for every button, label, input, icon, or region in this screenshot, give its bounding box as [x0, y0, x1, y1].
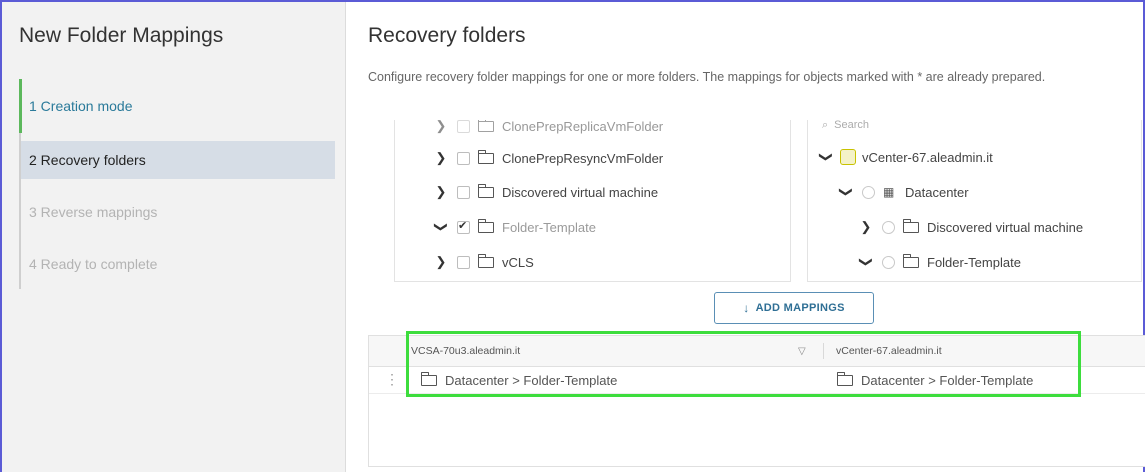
tree-root[interactable]: ❯ vCenter-67.aleadmin.it: [818, 146, 993, 168]
tree-search[interactable]: ⌕ Search: [822, 120, 869, 136]
chevron-right-icon[interactable]: ❯: [435, 184, 447, 200]
annotation-highlight-box: [406, 331, 1081, 397]
chevron-right-icon[interactable]: ❯: [435, 254, 447, 270]
wizard-title: New Folder Mappings: [19, 24, 224, 47]
tree-item-label: ClonePrepReplicaVmFolder: [502, 120, 664, 134]
radio-button[interactable]: [882, 255, 895, 269]
wizard-nav: New Folder Mappings 1 Creation mode 2 Re…: [2, 2, 346, 472]
checkbox[interactable]: [457, 120, 470, 133]
checkbox[interactable]: [457, 151, 470, 165]
radio-button[interactable]: [882, 220, 895, 234]
checkbox[interactable]: [457, 185, 470, 199]
folder-icon: [478, 253, 494, 268]
tree-item-label: vCLS: [502, 254, 534, 270]
folder-icon: [903, 253, 919, 268]
tree-item[interactable]: ❯ Discovered virtual machine: [860, 216, 1083, 238]
radio-button[interactable]: [862, 185, 875, 199]
chevron-down-icon[interactable]: ❯: [433, 221, 449, 233]
tree-item[interactable]: ❯ Folder-Template: [858, 251, 1021, 273]
step-recovery-folders[interactable]: 2 Recovery folders: [21, 141, 335, 179]
checkbox[interactable]: [457, 255, 470, 269]
datacenter-icon: ▦: [883, 185, 895, 199]
tree-item[interactable]: ❯ vCLS: [435, 251, 534, 273]
folder-icon: [478, 183, 494, 198]
search-placeholder: Search: [834, 120, 870, 131]
page-description: Configure recovery folder mappings for o…: [368, 70, 1046, 84]
tree-item-label: Folder-Template: [502, 219, 596, 235]
source-folder-tree: ❯ ClonePrepReplicaVmFolder ❯ ClonePrepRe…: [394, 120, 791, 282]
step-ready-to-complete: 4 Ready to complete: [29, 256, 158, 272]
row-actions-icon[interactable]: ⋮: [385, 371, 399, 387]
step-creation-mode[interactable]: 1 Creation mode: [21, 87, 335, 125]
main-panel: Recovery folders Configure recovery fold…: [346, 2, 1145, 472]
add-mappings-button[interactable]: ↓ ADD MAPPINGS: [714, 292, 874, 324]
tree-item[interactable]: ❯ Folder-Template: [433, 216, 596, 238]
tree-item[interactable]: ❯ ClonePrepResyncVmFolder: [435, 147, 663, 169]
page-title: Recovery folders: [368, 24, 526, 47]
vcenter-icon: [840, 149, 856, 165]
chevron-down-icon[interactable]: ❯: [858, 256, 874, 268]
folder-icon: [478, 218, 494, 233]
checkbox-checked[interactable]: [457, 219, 470, 234]
tree-item-label: Discovered virtual machine: [927, 219, 1084, 235]
tree-item-label: Discovered virtual machine: [502, 184, 659, 200]
tree-item-label: ClonePrepResyncVmFolder: [502, 150, 664, 166]
target-folder-tree: ⌕ Search ❯ vCenter-67.aleadmin.it ❯ ▦ Da…: [807, 120, 1142, 282]
chevron-down-icon[interactable]: ❯: [838, 186, 854, 198]
tree-item-datacenter[interactable]: ❯ ▦ Datacenter: [838, 181, 969, 203]
arrow-down-icon: ↓: [743, 301, 750, 315]
tree-item[interactable]: ❯ Discovered virtual machine: [435, 181, 658, 203]
chevron-right-icon[interactable]: ❯: [435, 150, 447, 166]
add-mappings-label: ADD MAPPINGS: [755, 302, 845, 314]
wizard-steps: 1 Creation mode 2 Recovery folders 3 Rev…: [19, 79, 347, 289]
folder-icon: [903, 218, 919, 233]
step-reverse-mappings: 3 Reverse mappings: [29, 204, 158, 220]
tree-root-label: vCenter-67.aleadmin.it: [862, 149, 993, 165]
folder-icon: [478, 149, 494, 164]
chevron-right-icon[interactable]: ❯: [860, 219, 872, 235]
chevron-down-icon[interactable]: ❯: [818, 151, 834, 163]
folder-icon: [478, 120, 494, 132]
search-icon: ⌕: [822, 120, 829, 131]
tree-item-label: Folder-Template: [927, 254, 1021, 270]
chevron-right-icon[interactable]: ❯: [435, 120, 447, 134]
tree-item[interactable]: ❯ ClonePrepReplicaVmFolder: [435, 120, 663, 137]
tree-item-label: Datacenter: [905, 184, 969, 200]
